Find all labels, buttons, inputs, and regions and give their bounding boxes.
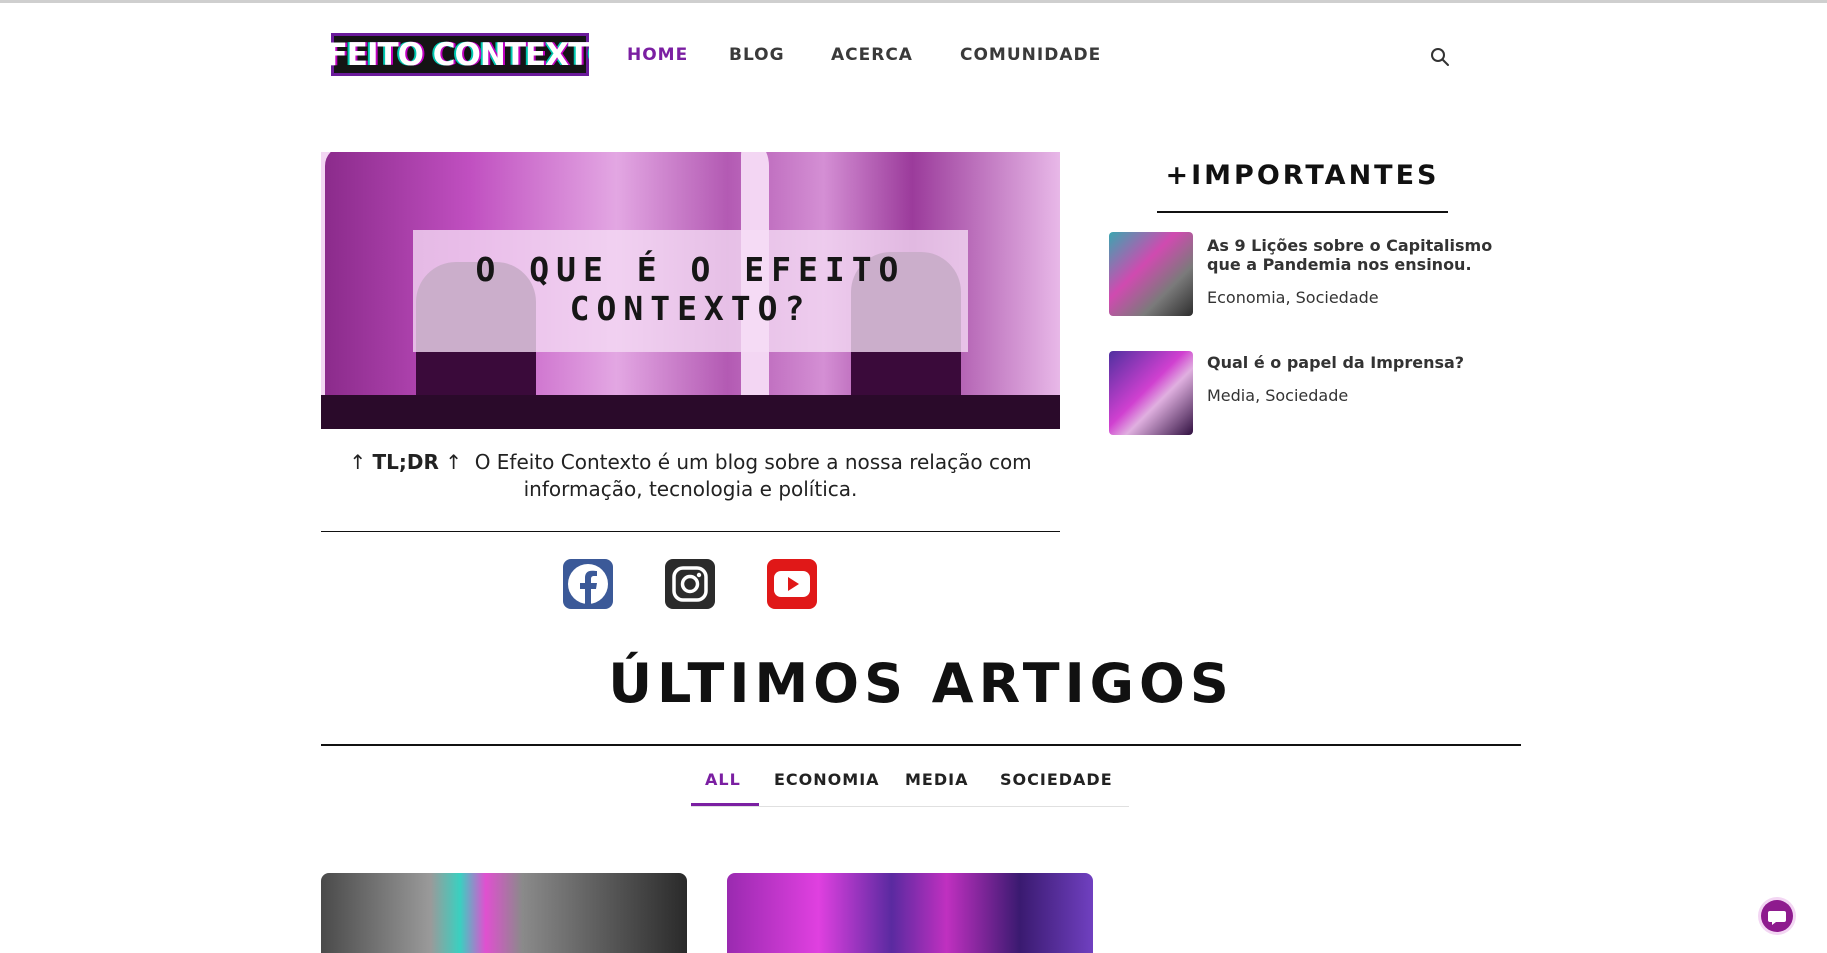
- article-thumbnail[interactable]: [1109, 232, 1193, 316]
- tldr-label: TL;DR: [372, 450, 439, 474]
- category-link[interactable]: Sociedade: [1265, 386, 1348, 405]
- hero-title: O QUE É O EFEITO CONTEXTO?: [475, 250, 906, 328]
- hero-image[interactable]: O QUE É O EFEITO CONTEXTO?: [321, 152, 1060, 429]
- active-tab-indicator: [691, 803, 759, 806]
- article-categories: Media, Sociedade: [1207, 386, 1349, 405]
- tabs-baseline: [691, 806, 1129, 807]
- divider: [321, 531, 1060, 532]
- search-icon[interactable]: [1430, 47, 1450, 67]
- latest-articles-title: ÚLTIMOS ARTIGOS: [608, 652, 1234, 715]
- tab-media[interactable]: MEDIA: [905, 770, 968, 789]
- article-thumbnail[interactable]: [1109, 351, 1193, 435]
- tab-economia[interactable]: ECONOMIA: [774, 770, 880, 789]
- chat-icon: [1768, 911, 1786, 925]
- article-categories: Economia, Sociedade: [1207, 288, 1379, 307]
- important-title: +IMPORTANTES: [1165, 160, 1440, 191]
- nav-acerca[interactable]: ACERCA: [831, 45, 913, 65]
- article-card-image[interactable]: [727, 873, 1093, 953]
- category-link[interactable]: Economia: [1207, 288, 1285, 307]
- category-link[interactable]: Media: [1207, 386, 1255, 405]
- nav-blog[interactable]: BLOG: [729, 45, 785, 65]
- tldr-arrow-left: ↑: [349, 450, 373, 474]
- important-divider: [1157, 211, 1448, 213]
- logo-text: EFEITO CONTEXTO: [331, 36, 589, 73]
- article-title[interactable]: As 9 Lições sobre o Capitalismo que a Pa…: [1207, 236, 1497, 274]
- article-card-image[interactable]: [321, 873, 687, 953]
- youtube-icon[interactable]: [767, 559, 817, 609]
- article-title[interactable]: Qual é o papel da Imprensa?: [1207, 353, 1497, 372]
- tab-sociedade[interactable]: SOCIEDADE: [1000, 770, 1113, 789]
- facebook-icon[interactable]: [563, 559, 613, 609]
- tldr-arrow-right: ↑: [438, 450, 462, 474]
- nav-comunidade[interactable]: COMUNIDADE: [960, 45, 1101, 65]
- tldr-text: ↑ TL;DR ↑ O Efeito Contexto é um blog so…: [321, 449, 1060, 503]
- tab-all[interactable]: ALL: [705, 770, 741, 789]
- instagram-icon[interactable]: [665, 559, 715, 609]
- news-desk: [321, 395, 1060, 429]
- nav-home[interactable]: HOME: [627, 45, 688, 65]
- site-logo[interactable]: EFEITO CONTEXTO: [331, 33, 589, 76]
- latest-divider: [321, 744, 1521, 746]
- top-border: [0, 0, 1827, 3]
- tldr-body: O Efeito Contexto é um blog sobre a noss…: [474, 450, 1032, 501]
- category-link[interactable]: Sociedade: [1296, 288, 1379, 307]
- chat-widget-button[interactable]: [1761, 900, 1793, 932]
